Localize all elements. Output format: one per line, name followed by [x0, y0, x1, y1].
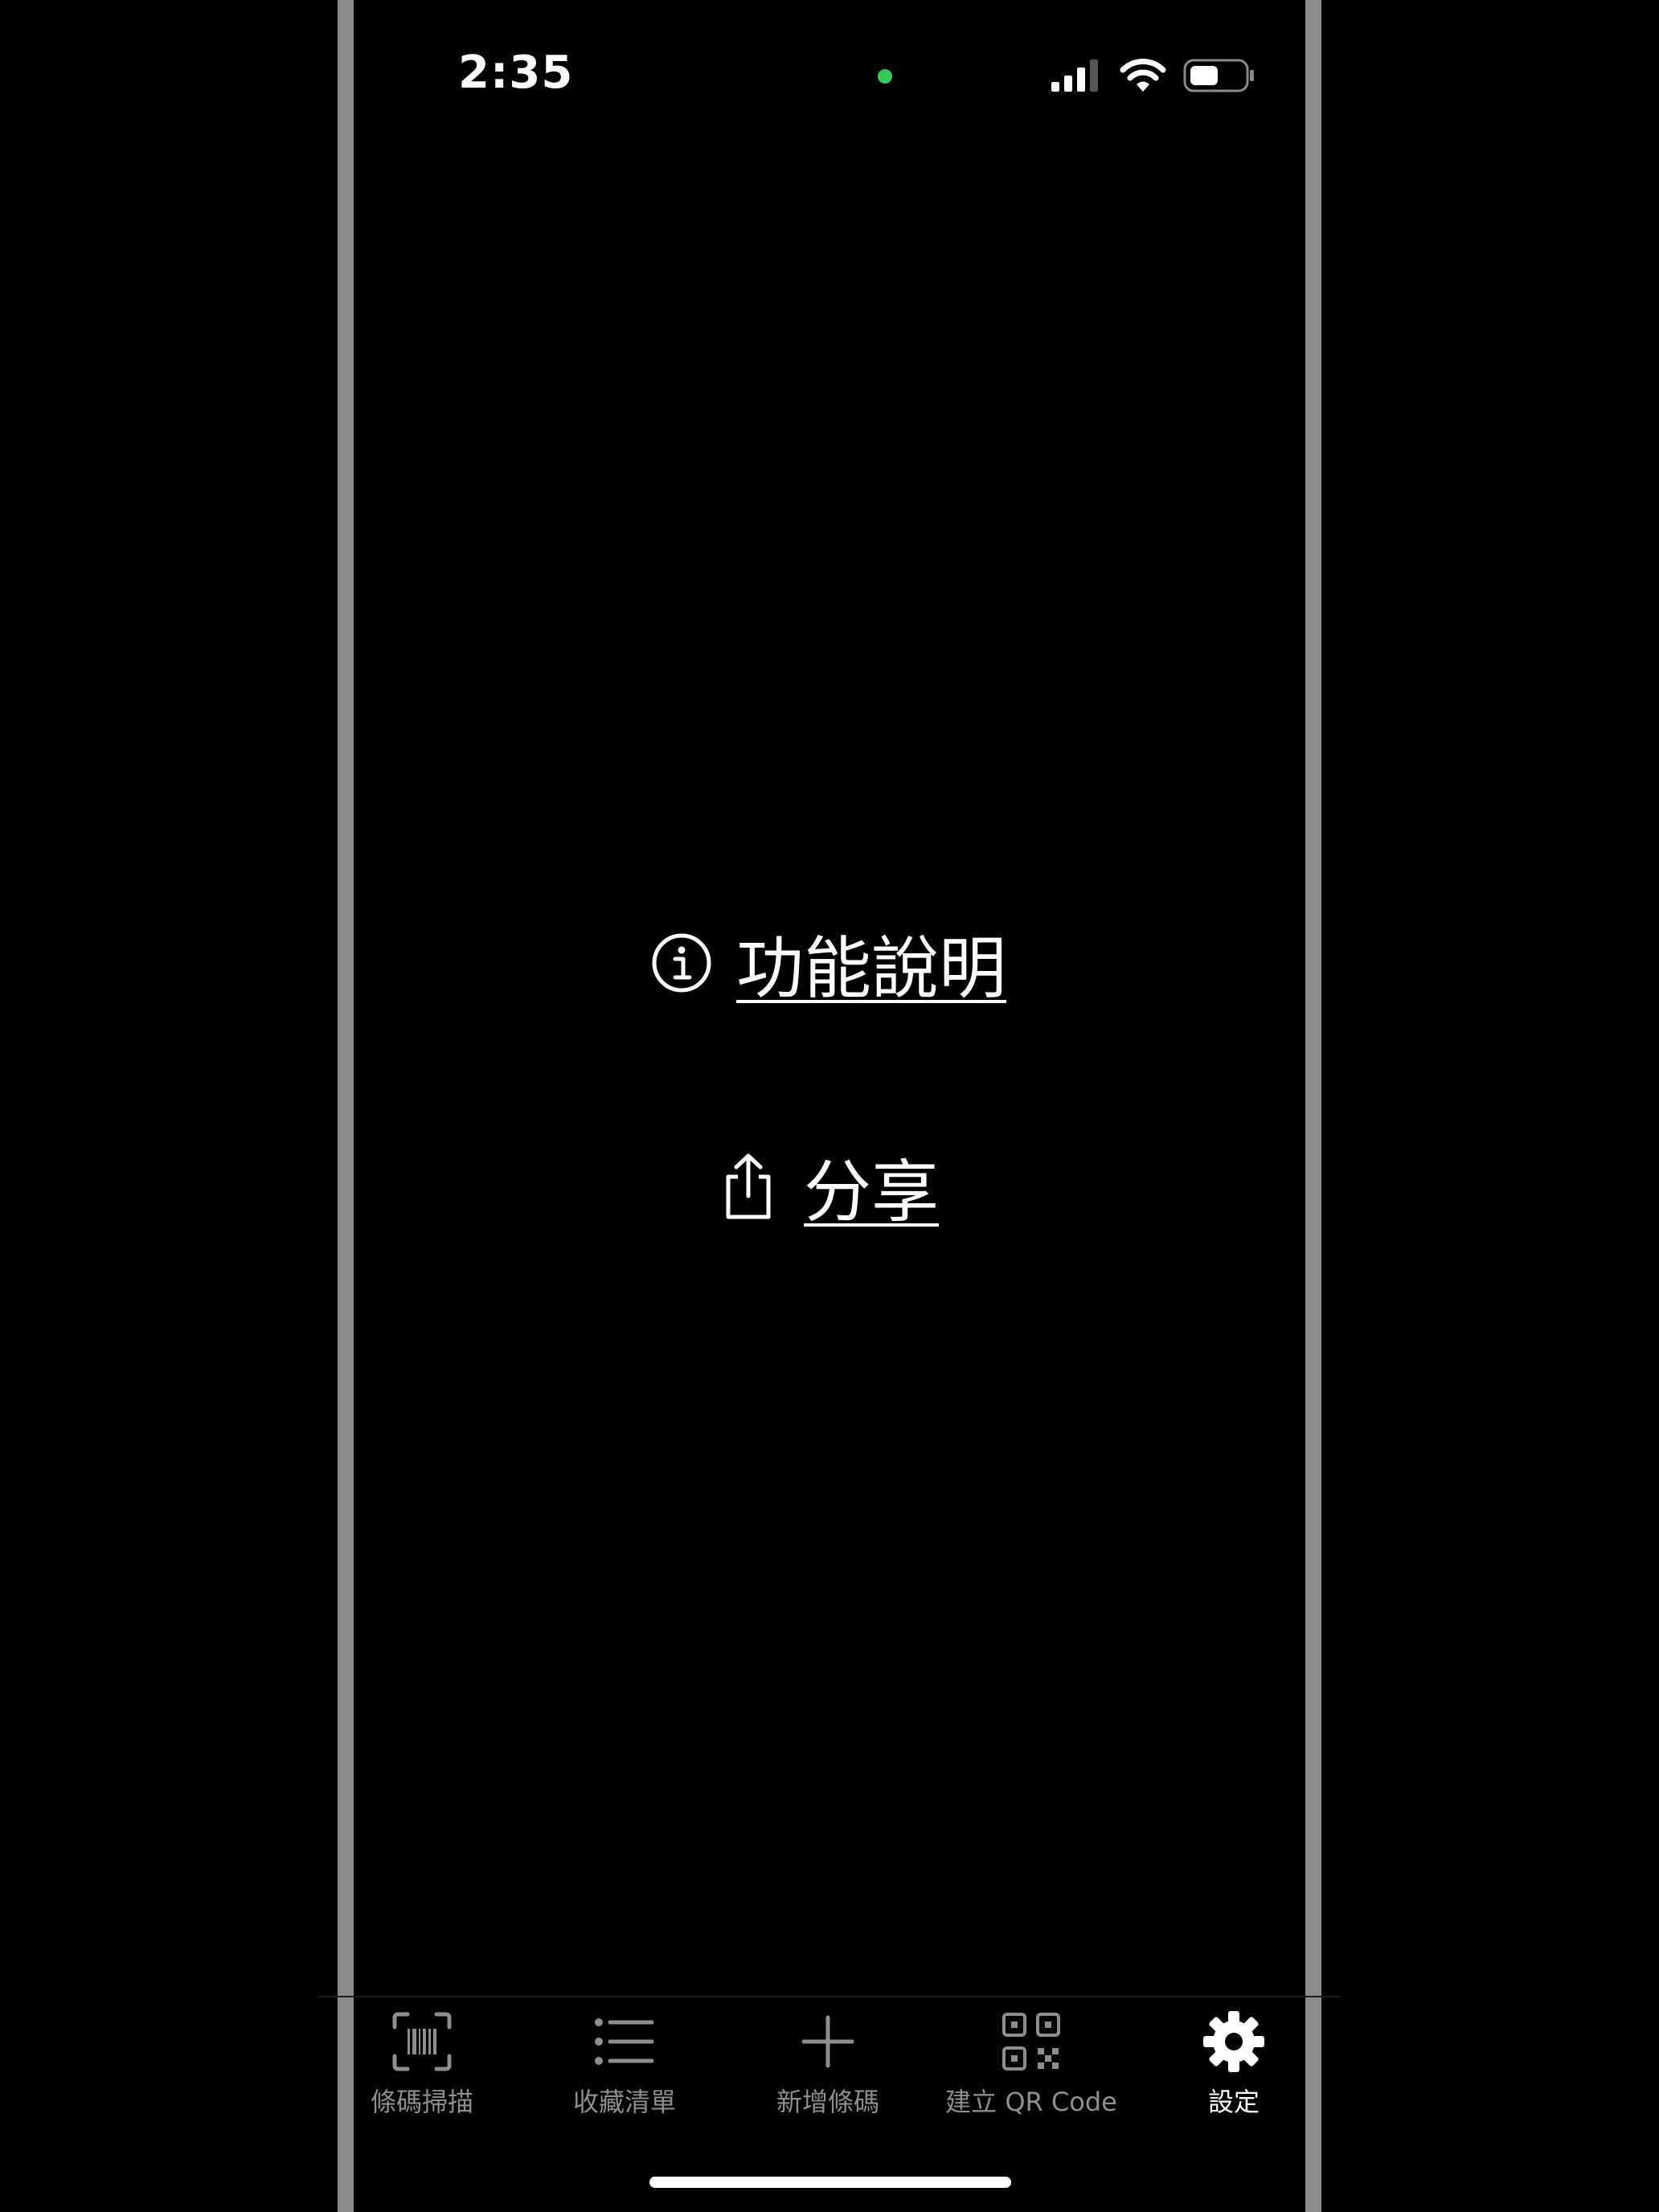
- list-icon: [595, 2018, 654, 2065]
- home-indicator[interactable]: [649, 2177, 1011, 2188]
- tab-bar-divider: [318, 1996, 1339, 1997]
- share-icon: [726, 1153, 771, 1219]
- tab-label: 條碼掃描: [370, 2087, 473, 2117]
- share-link[interactable]: 分享: [720, 1146, 939, 1231]
- battery-icon: [1183, 59, 1254, 92]
- qrcode-icon: [1002, 2013, 1060, 2071]
- tab-favorites-list[interactable]: 收藏清單: [524, 2009, 725, 2130]
- barcode-scan-icon: [392, 2012, 452, 2071]
- wifi-icon: [1120, 59, 1166, 92]
- info-icon: [652, 933, 711, 993]
- tab-label: 收藏清單: [572, 2087, 676, 2117]
- right-frame-bar: [1305, 0, 1321, 2212]
- tab-label: 建立 QR Code: [945, 2087, 1117, 2117]
- status-time: 2:35: [458, 47, 574, 99]
- tab-add-barcode[interactable]: 新增條碼: [727, 2009, 928, 2130]
- left-frame-bar: [338, 0, 354, 2212]
- help-link-label: 功能說明: [736, 928, 1007, 1008]
- share-link-label: 分享: [804, 1152, 940, 1231]
- tab-label: 設定: [1207, 2087, 1260, 2117]
- tab-label: 新增條碼: [776, 2087, 879, 2117]
- recording-indicator-dot: [878, 69, 892, 84]
- help-link[interactable]: 功能說明: [651, 923, 1006, 1008]
- gear-icon: [1203, 2011, 1264, 2072]
- tab-settings[interactable]: 設定: [1133, 2009, 1334, 2130]
- cellular-signal-icon: [1051, 59, 1098, 92]
- plus-icon: [801, 2015, 854, 2068]
- tab-barcode-scan[interactable]: 條碼掃描: [322, 2009, 522, 2130]
- tab-create-qr-code[interactable]: 建立 QR Code: [931, 2009, 1132, 2130]
